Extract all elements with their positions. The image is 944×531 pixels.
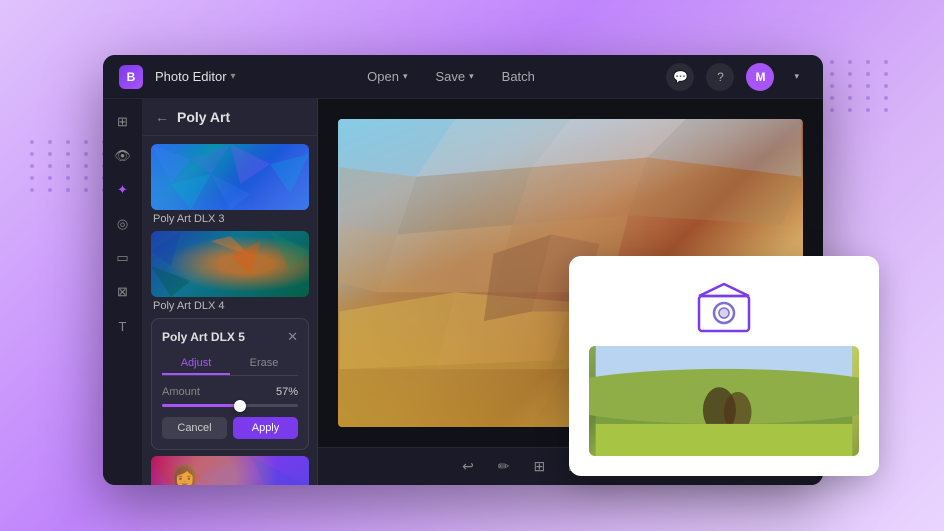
- app-logo: B: [119, 65, 143, 89]
- effect-thumbnail-dlx4: [151, 231, 309, 297]
- amount-label: Amount: [162, 386, 200, 398]
- apply-button[interactable]: Apply: [233, 417, 298, 439]
- effect-thumbnail-dlx3: [151, 144, 309, 210]
- crop-tool[interactable]: ▭: [108, 243, 138, 273]
- effect-panel-dlx5: Poly Art DLX 5 ✕ Adjust Erase Amount 57%: [151, 318, 309, 450]
- user-avatar[interactable]: M: [746, 63, 774, 91]
- app-title[interactable]: Photo Editor ▾: [155, 69, 236, 84]
- text-tool[interactable]: T: [108, 311, 138, 341]
- panel-header: Poly Art DLX 5 ✕: [162, 329, 298, 345]
- layers-tool[interactable]: ⊞: [108, 107, 138, 137]
- save-chevron-icon: ▾: [469, 71, 474, 82]
- amount-row: Amount 57%: [162, 386, 298, 398]
- effects-sidebar: ← Poly Art: [143, 99, 318, 485]
- amount-slider[interactable]: [162, 404, 298, 407]
- sidebar-title: Poly Art: [177, 109, 230, 125]
- edit-button[interactable]: ✏: [494, 454, 514, 479]
- save-button[interactable]: Save ▾: [427, 65, 481, 88]
- export-icon-container: [684, 276, 764, 336]
- visibility-tool[interactable]: 👁: [108, 141, 138, 171]
- panel-tabs: Adjust Erase: [162, 353, 298, 376]
- tab-erase[interactable]: Erase: [230, 353, 298, 375]
- effect-item-dlx3[interactable]: Poly Art DLX 3: [151, 144, 309, 225]
- effects-tool[interactable]: ✦: [108, 175, 138, 205]
- title-bar: B Photo Editor ▾ Open ▾ Save ▾ Batch 💬 ?…: [103, 55, 823, 99]
- effect-item-dlx6[interactable]: 👩 Poly Art DLX 6: [151, 456, 309, 485]
- open-button[interactable]: Open ▾: [359, 65, 415, 88]
- effects-list: Poly Art DLX 3 Poly Art DLX 4: [143, 136, 317, 485]
- effect-label-dlx3: Poly Art DLX 3: [151, 213, 309, 225]
- batch-export-icon: [684, 276, 764, 336]
- user-menu-button[interactable]: ▾: [786, 67, 807, 86]
- undo-button[interactable]: ↩: [458, 454, 478, 479]
- effect-item-dlx4[interactable]: Poly Art DLX 4: [151, 231, 309, 312]
- title-chevron-icon: ▾: [231, 71, 236, 82]
- grid-tool[interactable]: ⊠: [108, 277, 138, 307]
- amount-value: 57%: [276, 386, 298, 398]
- batch-button[interactable]: Batch: [494, 65, 543, 88]
- panel-title: Poly Art DLX 5: [162, 330, 245, 344]
- cancel-button[interactable]: Cancel: [162, 417, 227, 439]
- help-button[interactable]: ?: [706, 63, 734, 91]
- panel-buttons: Cancel Apply: [162, 417, 298, 439]
- preview-photo-area: [589, 346, 859, 456]
- target-tool[interactable]: ◎: [108, 209, 138, 239]
- back-button[interactable]: ←: [155, 109, 169, 125]
- preview-photo: [589, 346, 859, 456]
- chat-button[interactable]: 💬: [666, 63, 694, 91]
- effect-label-dlx4: Poly Art DLX 4: [151, 300, 309, 312]
- effect-thumbnail-dlx6: 👩: [151, 456, 309, 485]
- preview-card: [569, 256, 879, 476]
- grid-view-button[interactable]: ⊞: [530, 454, 550, 479]
- open-chevron-icon: ▾: [403, 71, 408, 82]
- panel-close-button[interactable]: ✕: [287, 329, 298, 345]
- left-toolbar: ⊞ 👁 ✦ ◎ ▭ ⊠ T: [103, 99, 143, 485]
- sidebar-header: ← Poly Art: [143, 99, 317, 136]
- tab-adjust[interactable]: Adjust: [162, 353, 230, 375]
